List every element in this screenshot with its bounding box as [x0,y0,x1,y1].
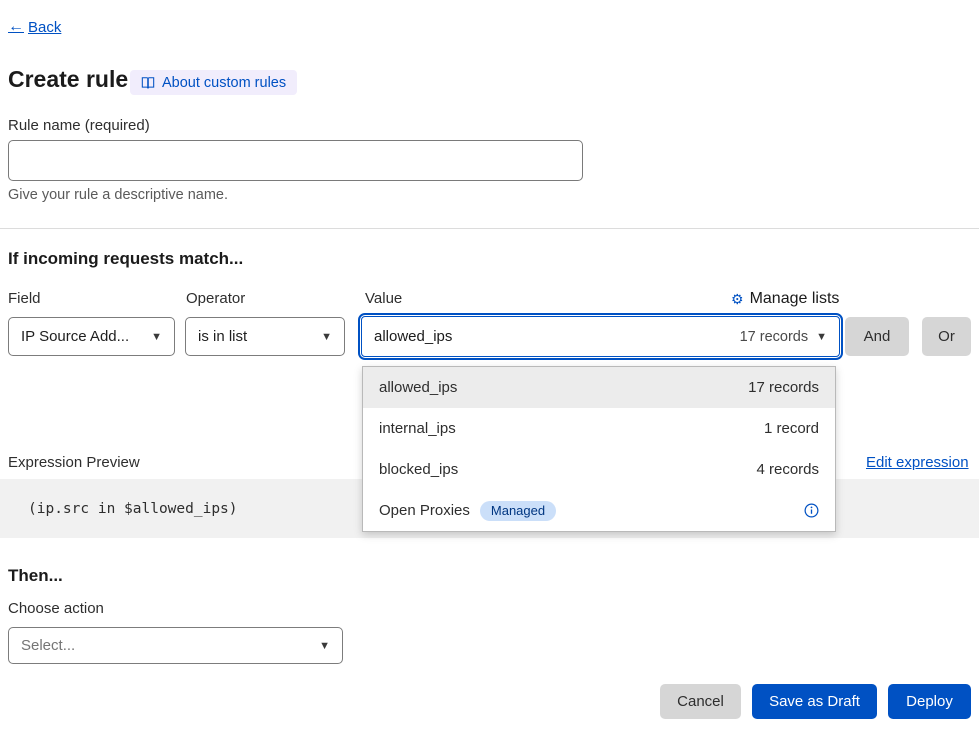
list-item-open-proxies[interactable]: Open Proxies Managed [363,490,835,531]
list-dropdown-menu: allowed_ips 17 records internal_ips 1 re… [362,366,836,532]
operator-label: Operator [186,290,245,307]
back-label: Back [28,19,61,36]
chevron-down-icon: ▼ [151,331,162,343]
rule-name-input[interactable] [8,140,583,181]
and-button[interactable]: And [845,317,909,356]
book-icon [141,76,155,90]
section-divider [0,228,979,229]
value-label: Value [365,290,402,307]
chevron-down-icon: ▼ [816,331,827,343]
list-item-blocked-ips[interactable]: blocked_ips 4 records [363,449,835,490]
choose-action-label: Choose action [8,600,104,617]
chevron-down-icon: ▼ [319,640,330,652]
field-label: Field [8,290,41,307]
deploy-button[interactable]: Deploy [888,684,971,719]
field-select-value: IP Source Add... [21,328,129,345]
rule-name-helper: Give your rule a descriptive name. [8,187,228,203]
expression-preview-label: Expression Preview [8,454,140,471]
value-select-value: allowed_ips [374,328,452,345]
list-item-internal-ips[interactable]: internal_ips 1 record [363,408,835,449]
match-section-title: If incoming requests match... [8,249,243,269]
or-button[interactable]: Or [922,317,971,356]
list-item-records: 4 records [756,461,819,478]
list-item-records: 17 records [748,379,819,396]
action-select-placeholder: Select... [21,637,75,654]
about-custom-rules-link[interactable]: About custom rules [130,70,297,95]
operator-select-value: is in list [198,328,247,345]
operator-select[interactable]: is in list ▼ [185,317,345,356]
value-select[interactable]: allowed_ips 17 records ▼ [361,316,840,357]
about-custom-rules-label: About custom rules [162,75,286,91]
then-section-title: Then... [8,566,63,586]
field-select[interactable]: IP Source Add... ▼ [8,317,175,356]
list-item-name: Open Proxies [379,502,470,519]
list-item-name: allowed_ips [379,379,457,396]
page-title: Create rule [8,66,128,93]
managed-badge: Managed [480,501,556,521]
create-rule-page: ← Back Create rule About custom rules Ru… [0,0,979,739]
save-as-draft-button[interactable]: Save as Draft [752,684,877,719]
rule-name-label: Rule name (required) [8,117,150,134]
chevron-down-icon: ▼ [321,331,332,343]
action-select[interactable]: Select... ▼ [8,627,343,664]
list-item-name: blocked_ips [379,461,458,478]
back-link[interactable]: ← Back [8,18,61,36]
expression-code: (ip.src in $allowed_ips) [28,501,238,517]
list-item-allowed-ips[interactable]: allowed_ips 17 records [363,367,835,408]
gear-icon: ⚙ [731,291,744,308]
back-arrow-icon: ← [8,18,24,36]
cancel-button[interactable]: Cancel [660,684,741,719]
list-item-records: 1 record [764,420,819,437]
manage-lists-link[interactable]: ⚙ Manage lists [731,290,839,308]
edit-expression-link[interactable]: Edit expression [866,454,969,471]
value-select-records: 17 records [740,329,809,345]
list-item-name: internal_ips [379,420,456,437]
info-icon[interactable] [804,503,819,518]
manage-lists-label: Manage lists [750,290,840,308]
